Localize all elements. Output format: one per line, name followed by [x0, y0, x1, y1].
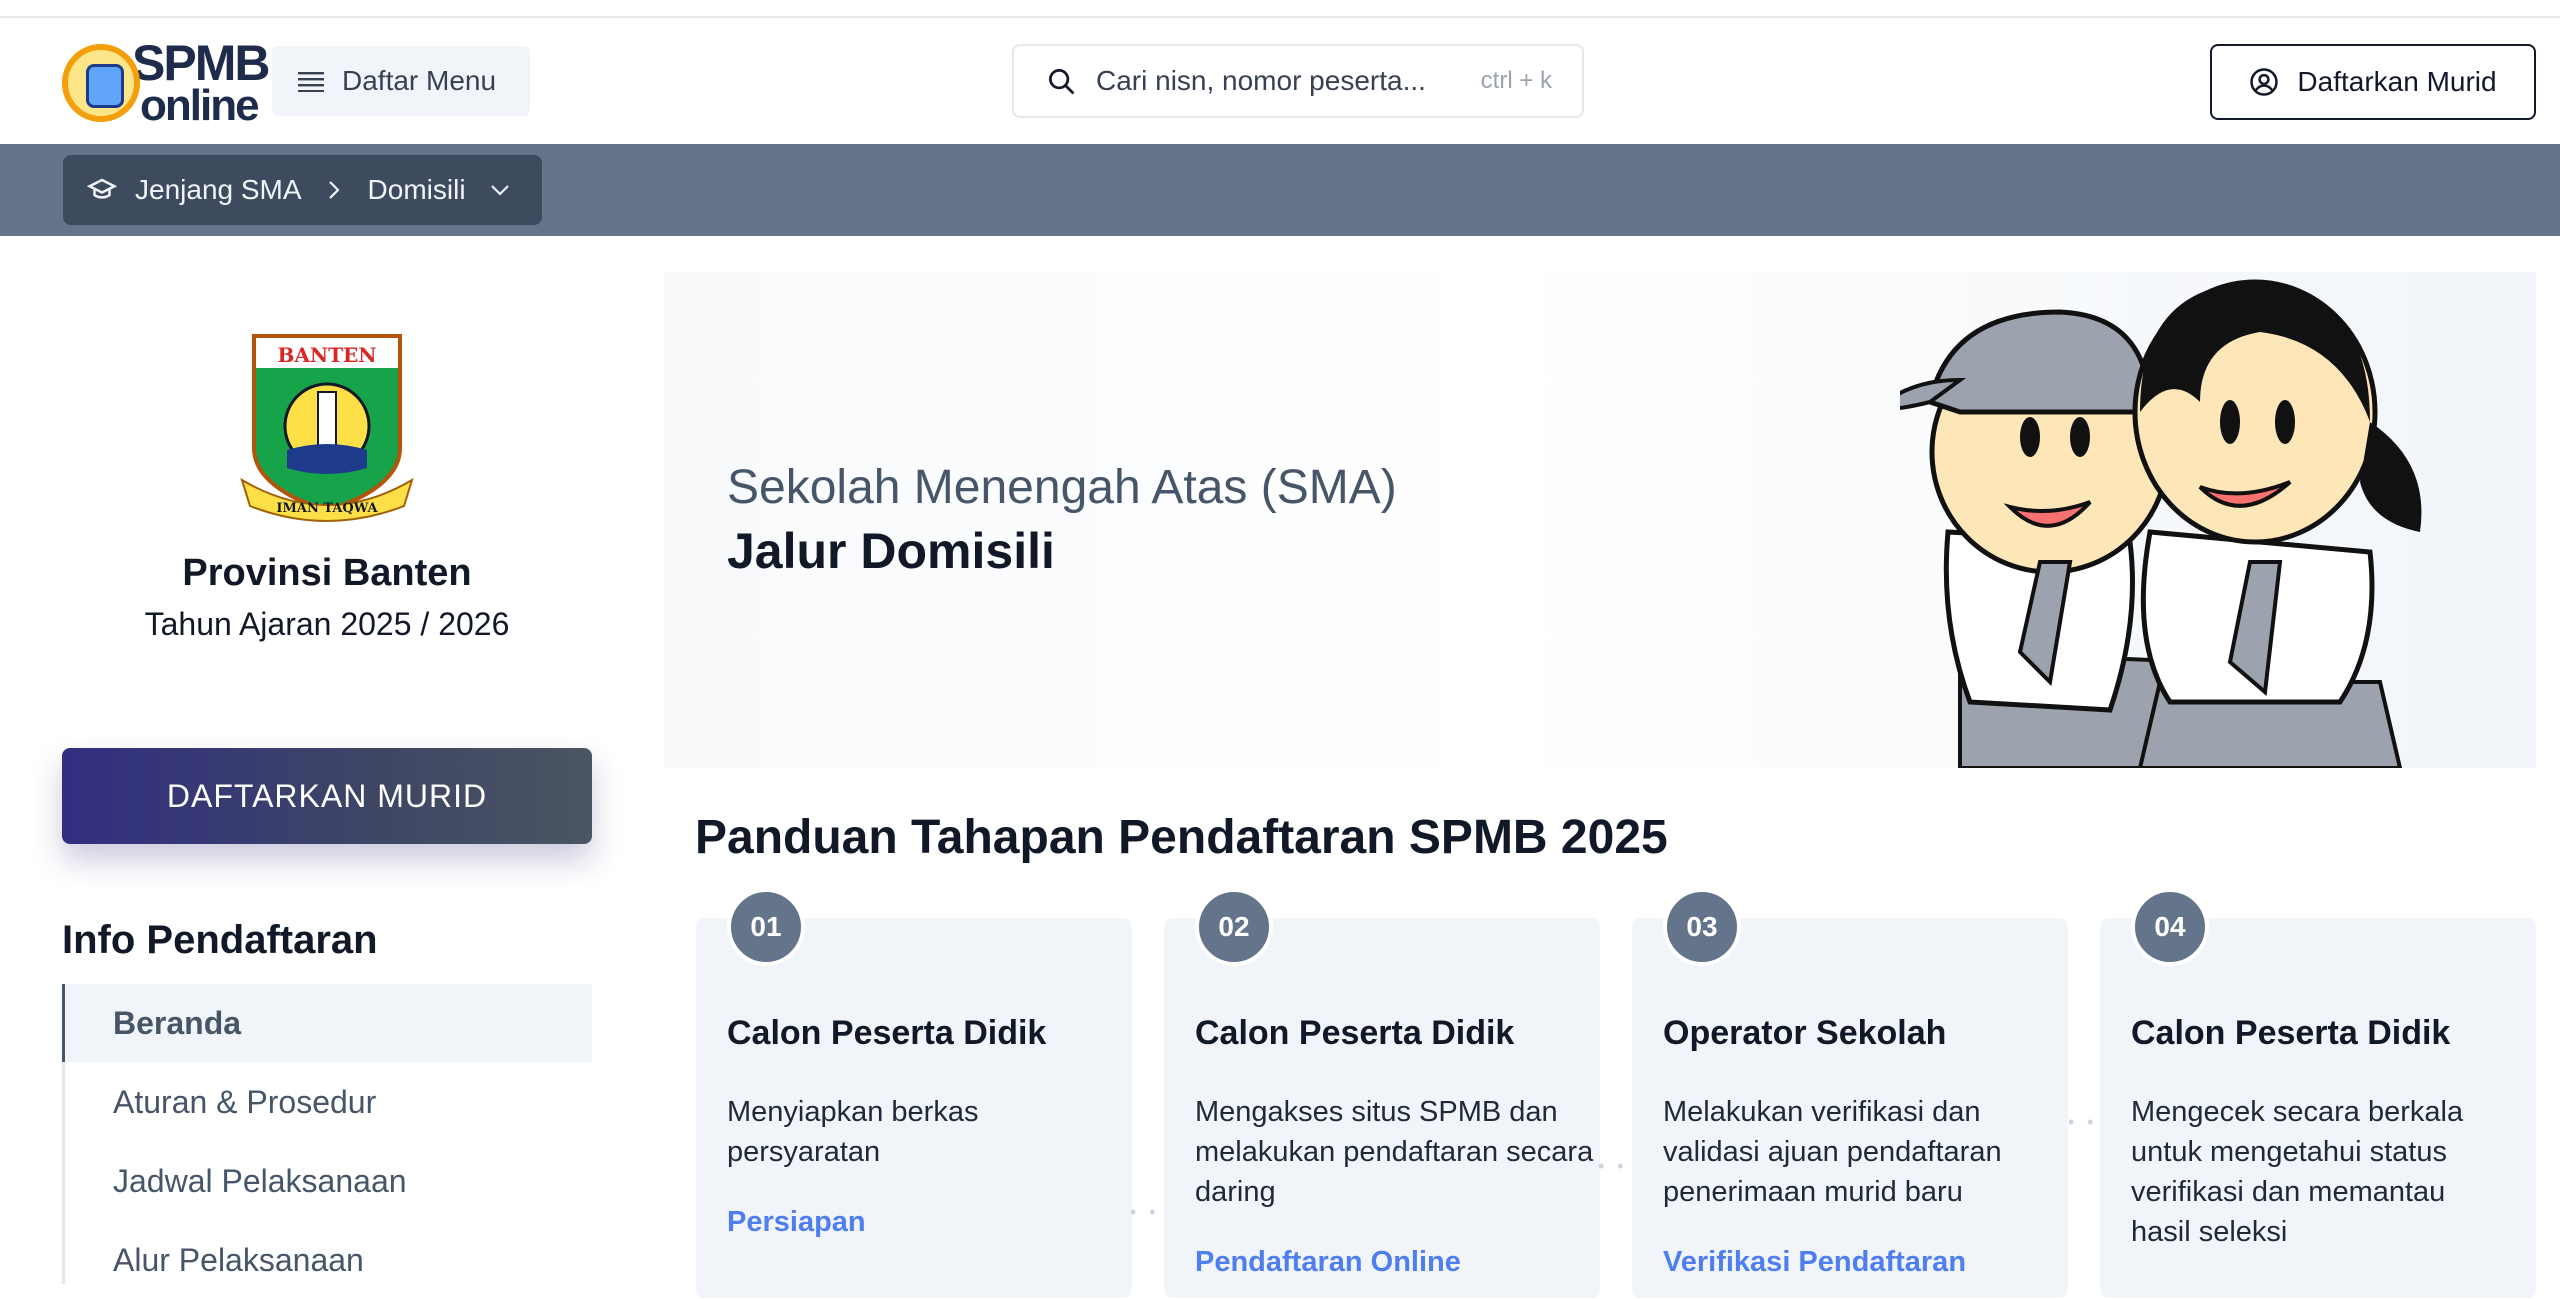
search-shortcut: ctrl + k — [1480, 67, 1552, 94]
step-actor-4: Calon Peserta Didik — [2131, 1014, 2451, 1052]
search-placeholder: Cari nisn, nomor peserta... — [1096, 65, 1426, 96]
step-actor-2: Calon Peserta Didik — [1195, 1014, 1515, 1052]
breadcrumb-bar: Jenjang SMA Domisili — [0, 144, 2560, 236]
students-mascot-illustration — [1900, 279, 2422, 768]
step-tag-2: Pendaftaran Online — [1195, 1246, 1461, 1278]
spmb-logo[interactable]: SPMB online — [62, 38, 270, 127]
search-input[interactable]: Cari nisn, nomor peserta... ctrl + k — [1012, 44, 1584, 118]
step-tag-3: Verifikasi Pendaftaran — [1663, 1246, 1967, 1278]
menu-label: Daftar Menu — [342, 65, 497, 96]
hero-subtitle: Sekolah Menengah Atas (SMA) — [727, 461, 1397, 514]
step-description-4: Mengecek secara berkala untuk mengetahui… — [2131, 1096, 2464, 1248]
step-number-1: 01 — [727, 888, 805, 966]
register-label: Daftarkan Murid — [2297, 66, 2497, 97]
user-circle-icon — [2250, 68, 2279, 96]
info-nav: Beranda Aturan & Prosedur Jadwal Pelaksa… — [62, 984, 592, 1284]
step-actor-3: Operator Sekolah — [1663, 1014, 1947, 1052]
info-title: Info Pendaftaran — [62, 918, 378, 962]
header: SPMB online Daftar Menu Cari nisn, nomor… — [0, 18, 2560, 144]
svg-text:BANTEN: BANTEN — [277, 343, 376, 367]
graduation-cap-icon — [87, 175, 117, 205]
guide-title: Panduan Tahapan Pendaftaran SPMB 2025 — [695, 811, 1668, 864]
register-student-cta-button[interactable]: DAFTARKAN MURID — [62, 748, 592, 844]
chevron-down-icon — [488, 180, 512, 200]
step-number-2: 02 — [1195, 888, 1273, 966]
breadcrumb-path: Domisili — [367, 174, 466, 205]
hamburger-icon — [298, 72, 324, 92]
step-tag-1: Persiapan — [727, 1206, 866, 1238]
chevron-right-icon — [324, 178, 344, 202]
province-emblem: BANTEN IMAN TAQWA — [240, 334, 414, 522]
step-description-2: Mengakses situs SPMB dan melakukan penda… — [1195, 1096, 1594, 1208]
province-name: Provinsi Banten — [182, 552, 472, 594]
svg-text:IMAN TAQWA: IMAN TAQWA — [276, 501, 378, 516]
step-actor-1: Calon Peserta Didik — [727, 1014, 1047, 1052]
connector-dots-3: • • — [2068, 1112, 2098, 1132]
step-description-3: Melakukan verifikasi dan validasi ajuan … — [1663, 1096, 2002, 1208]
connector-dots-2: • • — [1598, 1156, 1628, 1176]
step-number-4: 04 — [2131, 888, 2209, 966]
nav-item-jadwal-pelaksanaan[interactable]: Jadwal Pelaksanaan — [65, 1142, 592, 1220]
search-icon — [1049, 69, 1075, 95]
logo-badge-icon — [62, 44, 140, 122]
breadcrumb[interactable]: Jenjang SMA Domisili — [63, 155, 542, 225]
step-number-3: 03 — [1663, 888, 1741, 966]
academic-year: Tahun Ajaran 2025 / 2026 — [144, 606, 510, 642]
logo-line1: SPMB — [132, 34, 270, 91]
logo-text: SPMB online — [132, 34, 270, 130]
breadcrumb-level: Jenjang SMA — [135, 174, 302, 205]
nav-item-aturan-prosedur[interactable]: Aturan & Prosedur — [65, 1063, 592, 1141]
logo-line2: online — [140, 80, 260, 130]
connector-dots-1: • • — [1130, 1202, 1160, 1222]
menu-button[interactable]: Daftar Menu — [272, 46, 530, 116]
hero-title: Jalur Domisili — [727, 523, 1055, 579]
register-student-button[interactable]: Daftarkan Murid — [2210, 44, 2536, 120]
step-description-1: Menyiapkan berkas persyaratan — [727, 1096, 979, 1168]
nav-item-beranda[interactable]: Beranda — [62, 984, 592, 1062]
nav-item-alur-pelaksanaan[interactable]: Alur Pelaksanaan — [65, 1221, 592, 1299]
